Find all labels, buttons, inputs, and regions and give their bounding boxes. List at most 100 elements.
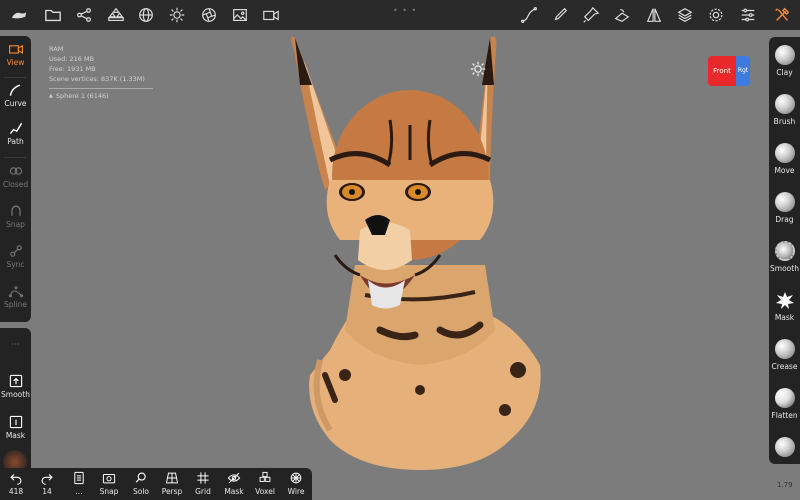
voxel-button[interactable]: Voxel <box>250 471 280 496</box>
layers-icon[interactable] <box>674 5 696 25</box>
grid-button[interactable]: Grid <box>188 471 218 496</box>
sun-icon[interactable] <box>166 5 188 25</box>
clay-label: Clay <box>776 68 793 77</box>
settings-gear-icon[interactable] <box>705 5 727 25</box>
crease-tool-button[interactable]: Crease <box>769 331 800 379</box>
view-cube-right[interactable]: Rgt <box>736 56 750 86</box>
drag-tool-button[interactable]: Drag <box>769 184 800 232</box>
snap-view-label: Snap <box>99 487 119 496</box>
sculpt-model[interactable] <box>290 30 550 480</box>
closed-button[interactable]: Closed <box>0 160 31 198</box>
clay-sphere-icon <box>774 45 795 65</box>
smooth-toggle-button[interactable]: Smooth <box>0 370 31 408</box>
symmetry-icon[interactable] <box>643 5 665 25</box>
perspective-icon <box>165 472 179 484</box>
collapse-arrow-icon[interactable]: ▲ <box>49 91 53 101</box>
move-label: Move <box>774 166 795 175</box>
voxel-label: Voxel <box>255 487 275 496</box>
snap-button[interactable]: Snap <box>0 200 31 238</box>
smooth-tool-label: Smooth <box>770 264 799 273</box>
flatten-sphere-icon <box>774 388 795 408</box>
tools-icon[interactable] <box>771 5 793 25</box>
drag-label: Drag <box>775 215 794 224</box>
undo-button[interactable]: 418 <box>1 471 31 496</box>
persp-label: Persp <box>161 487 183 496</box>
logo-icon[interactable] <box>8 5 30 25</box>
stats-divider <box>49 88 153 89</box>
flatten-tool-button[interactable]: Flatten <box>769 380 800 428</box>
mask-splat-icon <box>775 292 794 309</box>
clay-tool-button[interactable]: Clay <box>769 37 800 85</box>
mask-view-label: Mask <box>224 487 244 496</box>
snap-view-button[interactable]: Snap <box>94 471 124 496</box>
divider <box>4 157 27 158</box>
divider <box>4 77 27 78</box>
undo-count: 418 <box>8 487 24 496</box>
brush-pen-icon[interactable] <box>549 5 571 25</box>
mask-tool-label: Mask <box>774 313 795 322</box>
mask-toggle-label: Mask <box>5 431 26 440</box>
view-button[interactable]: View <box>0 38 31 76</box>
search-icon <box>135 472 146 483</box>
redo-icon <box>41 474 53 485</box>
solo-button[interactable]: Solo <box>126 471 156 496</box>
view-cube-front[interactable]: Front <box>708 56 736 86</box>
drag-sphere-icon <box>774 192 795 212</box>
redo-button[interactable]: 14 <box>32 471 62 496</box>
drag-handle[interactable]: • • • <box>393 6 417 15</box>
scene-item[interactable]: ▲ Sphere 1 (6146) <box>49 91 153 101</box>
crease-sphere-icon <box>774 339 795 359</box>
aperture-icon[interactable] <box>198 5 220 25</box>
more-button[interactable]: ... <box>64 471 94 496</box>
crease-label: Crease <box>771 362 798 371</box>
scene-vertices: Scene vertices: 837K (1.33M) <box>49 75 145 83</box>
grid-label: Grid <box>195 487 211 496</box>
globe-icon[interactable] <box>135 5 157 25</box>
path-label: Path <box>7 137 24 146</box>
image-icon[interactable] <box>229 5 251 25</box>
next-tool-button[interactable] <box>769 429 800 464</box>
persp-button[interactable]: Persp <box>157 471 187 496</box>
grid-icon <box>197 472 209 484</box>
solo-label: Solo <box>132 487 150 496</box>
layers-paint-icon[interactable] <box>611 5 633 25</box>
bottom-toolbar: 418 14 ... Snap Solo Persp Grid Mask Vox… <box>0 468 312 500</box>
version-label: 1.79 <box>777 481 793 489</box>
ram-label: RAM <box>49 45 64 53</box>
wire-label: Wire <box>287 487 305 496</box>
share-nodes-icon[interactable] <box>73 5 95 25</box>
mask-view-button[interactable]: Mask <box>219 471 249 496</box>
sync-label: Sync <box>6 260 25 269</box>
ram-free: Free: 1931 MB <box>49 65 96 73</box>
sync-button[interactable]: Sync <box>0 240 31 278</box>
curve-label: Curve <box>4 99 27 108</box>
spline-button[interactable]: Spline <box>0 280 31 318</box>
undo-icon <box>10 474 22 485</box>
folder-icon[interactable] <box>42 5 64 25</box>
more-dots[interactable]: ··· <box>0 340 31 349</box>
left-toolbar: View Curve Path Closed Snap Sync Spline <box>0 36 31 322</box>
light-sun-icon[interactable] <box>469 60 487 78</box>
scene-item-label: Sphere 1 (6146) <box>55 92 109 100</box>
closed-label: Closed <box>2 180 29 189</box>
video-icon[interactable] <box>260 5 282 25</box>
paint-tube-icon[interactable] <box>580 5 602 25</box>
path-button[interactable]: Path <box>0 117 31 155</box>
move-tool-button[interactable]: Move <box>769 135 800 183</box>
curve-button[interactable]: Curve <box>0 79 31 117</box>
mask-tool-button[interactable]: Mask <box>769 282 800 330</box>
view-cube[interactable]: Front Rgt <box>708 56 750 86</box>
wireframe-sphere-icon <box>290 472 302 484</box>
scene-stack-icon[interactable] <box>105 5 127 25</box>
curve-stroke-icon[interactable] <box>518 5 540 25</box>
flatten-label: Flatten <box>771 411 798 420</box>
view-label: View <box>6 58 25 67</box>
mask-toggle-button[interactable]: Mask <box>0 411 31 449</box>
move-sphere-icon <box>774 143 795 163</box>
eye-hidden-icon <box>227 472 241 484</box>
brush-tool-button[interactable]: Brush <box>769 86 800 134</box>
sliders-icon[interactable] <box>737 5 759 25</box>
wire-button[interactable]: Wire <box>281 471 311 496</box>
more-label: ... <box>75 487 83 496</box>
smooth-tool-button[interactable]: Smooth <box>769 233 800 281</box>
